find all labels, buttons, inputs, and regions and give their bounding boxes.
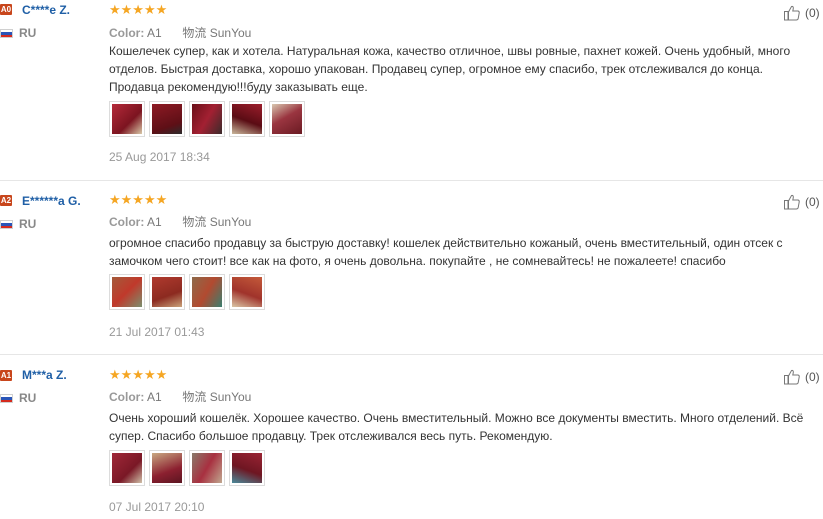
- shipping-label: 物流: [182, 26, 207, 40]
- helpful-button[interactable]: (0): [783, 368, 823, 386]
- shipping-value: SunYou: [209, 215, 252, 229]
- thumbs-up-icon: [784, 194, 800, 210]
- thumbs-up-icon: [784, 5, 800, 21]
- buyer-name[interactable]: C****e Z.: [22, 3, 70, 17]
- buyer-country: RU: [19, 391, 37, 405]
- review-photo-thumbnail[interactable]: [189, 274, 225, 310]
- buyer-level-badge: A0: [0, 4, 12, 15]
- review-date: 25 Aug 2017 18:34: [109, 150, 210, 164]
- helpful-count: (0): [805, 6, 820, 20]
- review-text: Кошелечек супер, как и хотела. Натуральн…: [109, 44, 791, 94]
- review-divider: [0, 354, 823, 355]
- helpful-count: (0): [805, 195, 820, 209]
- shipping-value: SunYou: [209, 26, 252, 40]
- color-label: Color:: [109, 215, 145, 229]
- review-date: 21 Jul 2017 01:43: [109, 325, 205, 339]
- review-photo-thumbnail[interactable]: [149, 274, 185, 310]
- order-info: Color: A1 物流 SunYou: [109, 24, 251, 41]
- review-photo-thumbnail[interactable]: [229, 101, 265, 137]
- star-rating: ★★★★★: [109, 367, 168, 382]
- helpful-count: (0): [805, 370, 820, 384]
- thumbs-up-icon: [784, 369, 800, 385]
- review-photo-thumbnail[interactable]: [109, 450, 145, 486]
- shipping-value: SunYou: [209, 390, 252, 404]
- review-photo-thumbnail[interactable]: [189, 101, 225, 137]
- review-photos: [109, 450, 265, 486]
- russia-flag-icon: [0, 29, 13, 38]
- review-photo-thumbnail[interactable]: [269, 101, 305, 137]
- star-rating: ★★★★★: [109, 2, 168, 17]
- russia-flag-icon: [0, 394, 13, 403]
- review-photo-thumbnail[interactable]: [189, 450, 225, 486]
- color-label: Color:: [109, 390, 145, 404]
- review-photo-thumbnail[interactable]: [229, 274, 265, 310]
- review-photo-thumbnail[interactable]: [149, 450, 185, 486]
- review-photo-thumbnail[interactable]: [109, 274, 145, 310]
- buyer-name[interactable]: M***a Z.: [22, 368, 67, 382]
- review-photos: [109, 101, 305, 137]
- color-label: Color:: [109, 26, 145, 40]
- color-value: A1: [147, 215, 162, 229]
- order-info: Color: A1 物流 SunYou: [109, 388, 251, 405]
- shipping-label: 物流: [182, 215, 207, 229]
- review-divider: [0, 180, 823, 181]
- review-date: 07 Jul 2017 20:10: [109, 500, 205, 514]
- russia-flag-icon: [0, 220, 13, 229]
- buyer-name[interactable]: E******a G.: [22, 194, 81, 208]
- buyer-level-badge: A1: [0, 370, 12, 381]
- review-photo-thumbnail[interactable]: [149, 101, 185, 137]
- star-rating: ★★★★★: [109, 192, 168, 207]
- review-photo-thumbnail[interactable]: [109, 101, 145, 137]
- helpful-button[interactable]: (0): [783, 4, 823, 22]
- order-info: Color: A1 物流 SunYou: [109, 213, 251, 230]
- buyer-country: RU: [19, 26, 37, 40]
- review-photo-thumbnail[interactable]: [229, 450, 265, 486]
- buyer-country: RU: [19, 217, 37, 231]
- review-photos: [109, 274, 265, 310]
- review-text: огромное спасибо продавцу за быструю дос…: [109, 236, 783, 268]
- color-value: A1: [147, 26, 162, 40]
- shipping-label: 物流: [182, 390, 207, 404]
- color-value: A1: [147, 390, 162, 404]
- buyer-level-badge: A2: [0, 195, 12, 206]
- review-text: Очень хороший кошелёк. Хорошее качество.…: [109, 411, 804, 443]
- helpful-button[interactable]: (0): [783, 193, 823, 211]
